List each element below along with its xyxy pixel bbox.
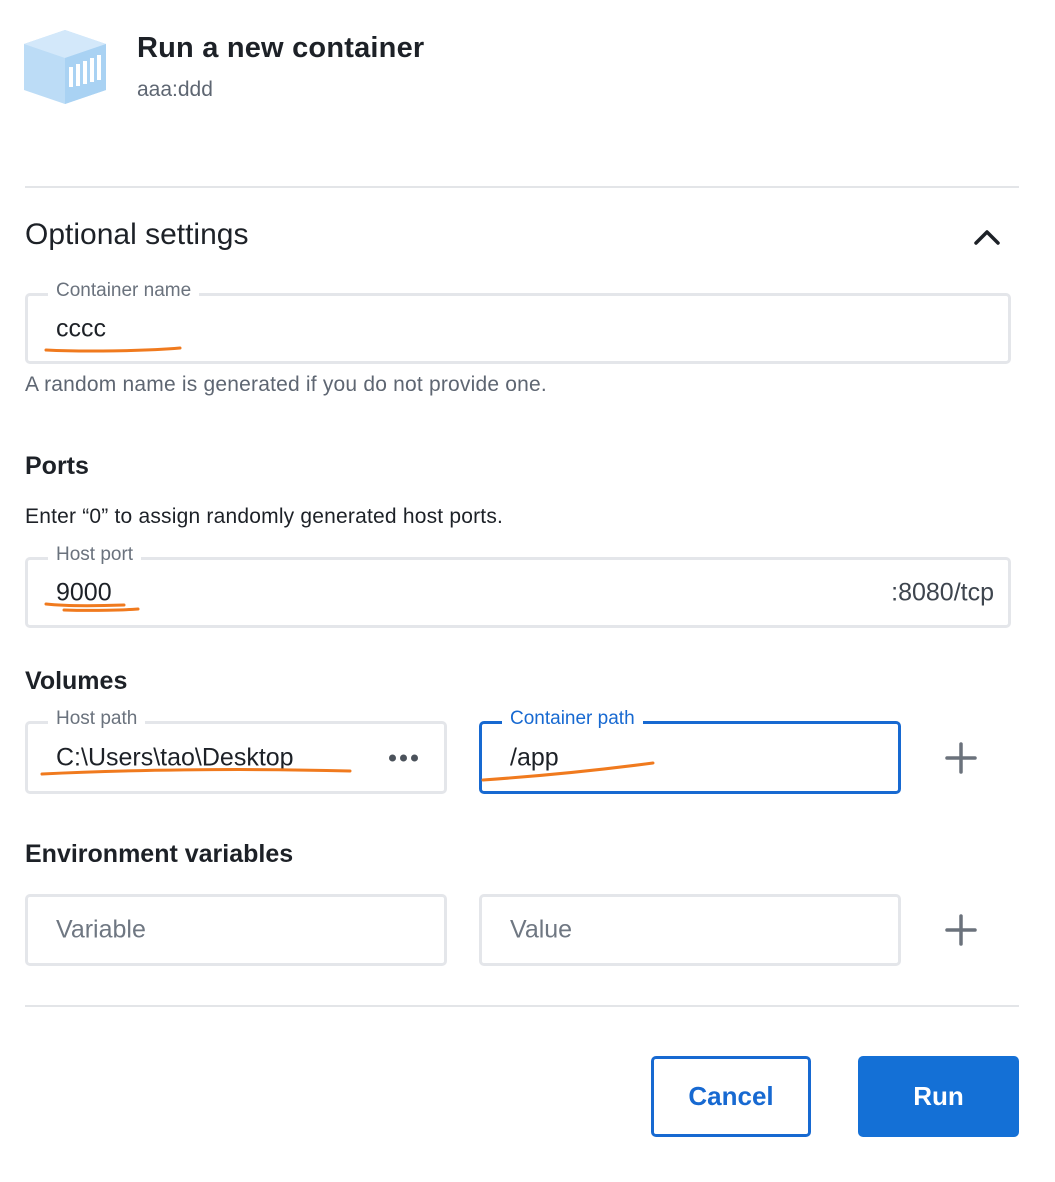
value-input[interactable]: Value	[479, 894, 901, 966]
value-placeholder: Value	[510, 915, 573, 944]
container-path-field[interactable]: Container path /app	[479, 708, 901, 794]
host-port-value: 9000	[56, 578, 112, 606]
host-path-label: Host path	[48, 708, 146, 730]
ports-title: Ports	[25, 452, 89, 480]
container-name-label: Container name	[48, 280, 200, 302]
more-horizontal-icon[interactable]	[389, 754, 418, 761]
footer-divider	[25, 1005, 1019, 1007]
container-name-field[interactable]: Container name cccc	[25, 280, 1011, 364]
container-port-suffix: :8080/tcp	[891, 578, 994, 606]
container-path-value: /app	[510, 743, 559, 771]
chevron-up-icon	[974, 230, 1000, 245]
host-port-field[interactable]: Host port 9000 :8080/tcp	[25, 544, 1011, 628]
container-box-icon	[24, 30, 106, 104]
container-name-helper: A random name is generated if you do not…	[25, 373, 547, 396]
ports-description: Enter “0” to assign randomly generated h…	[25, 505, 504, 528]
dialog-title: Run a new container	[137, 32, 425, 64]
add-env-variable-button[interactable]	[941, 910, 981, 950]
optional-settings-title: Optional settings	[25, 218, 249, 251]
image-name: aaa:ddd	[137, 78, 213, 101]
host-port-label: Host port	[48, 544, 142, 566]
environment-variables-title: Environment variables	[25, 840, 294, 868]
add-volume-button[interactable]	[941, 738, 981, 778]
host-path-value: C:\Users\tao\Desktop	[56, 743, 294, 771]
volumes-title: Volumes	[25, 667, 128, 695]
host-path-field[interactable]: Host path C:\Users\tao\Desktop	[25, 708, 447, 794]
header-divider	[25, 186, 1019, 188]
container-path-label: Container path	[502, 708, 643, 730]
cancel-button[interactable]: Cancel	[651, 1056, 811, 1137]
container-name-value: cccc	[56, 314, 106, 342]
collapse-button[interactable]	[966, 218, 1008, 256]
variable-placeholder: Variable	[56, 915, 146, 944]
run-button[interactable]: Run	[858, 1056, 1019, 1137]
variable-input[interactable]: Variable	[25, 894, 447, 966]
